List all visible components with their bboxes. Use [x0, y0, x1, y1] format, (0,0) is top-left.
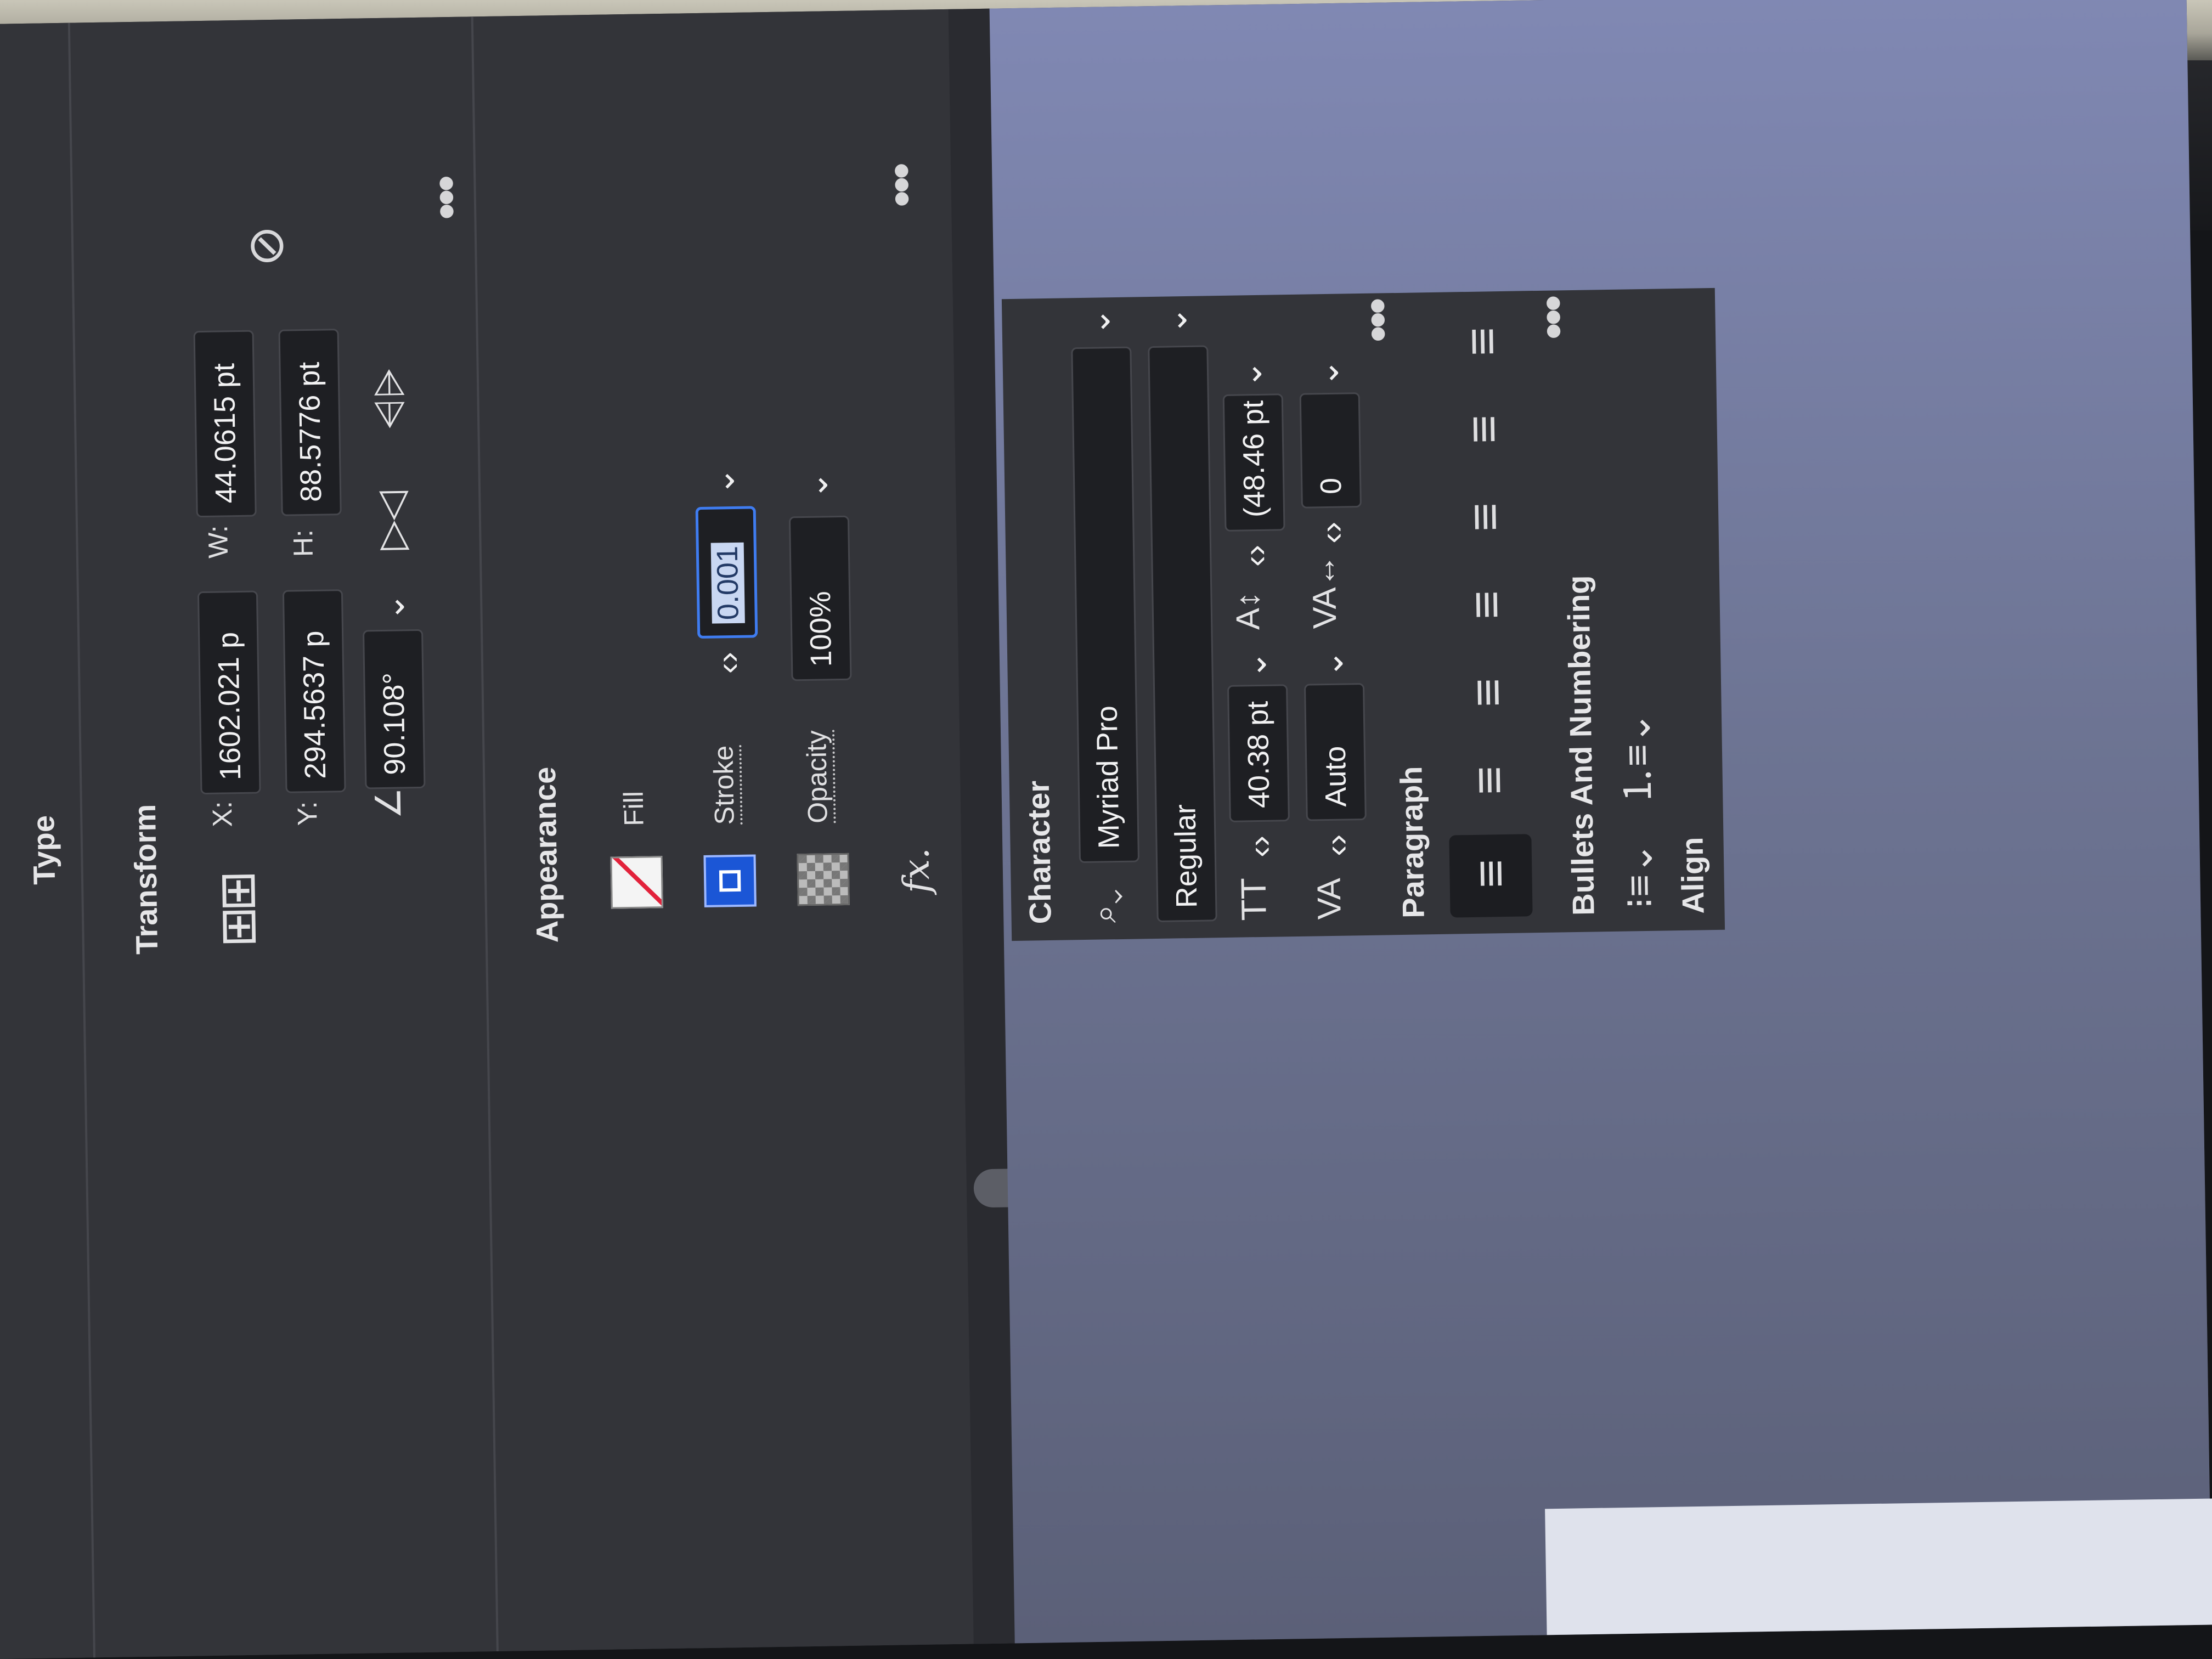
opacity-swatch: [797, 853, 850, 906]
x-field[interactable]: 1602.021 p: [197, 590, 261, 795]
bullet-list-icon[interactable]: ⁝≡⌄: [1617, 842, 1661, 910]
font-size-stepper-icon[interactable]: ‹›: [1229, 816, 1291, 877]
rotate-field[interactable]: 90.108°: [363, 629, 426, 789]
kerning-dropdown-chevron-icon[interactable]: ⌄: [1312, 649, 1351, 678]
rotate-dropdown-chevron-icon[interactable]: ⌄: [374, 592, 412, 622]
justify-all-button[interactable]: ≡: [1441, 302, 1524, 385]
y-label: Y:: [291, 801, 323, 826]
flip-horizontal-icon[interactable]: ▷◁: [369, 490, 413, 550]
properties-panel: Type Transform ⊞⊞ X: 1602.021 p W: 44.06…: [0, 9, 974, 1659]
character-paragraph-panel: Character ⌕⌄ Myriad Pro ⌄ Regular ⌄ TT ‹…: [1001, 287, 1725, 941]
font-style-field[interactable]: Regular: [1148, 345, 1217, 922]
align-title: Align: [1674, 837, 1711, 915]
font-family-dropdown-chevron-icon[interactable]: ⌄: [1079, 307, 1118, 336]
y-field[interactable]: 294.5637 p: [282, 589, 346, 793]
paragraph-title: Paragraph: [1393, 766, 1431, 919]
justify-right-button[interactable]: ≡: [1442, 390, 1526, 473]
transform-more-options-icon[interactable]: •••: [419, 178, 474, 221]
transform-divider: [471, 16, 499, 1651]
font-size-field[interactable]: 40.38 pt: [1227, 684, 1290, 822]
kerning-field[interactable]: Auto: [1304, 682, 1367, 821]
font-style-dropdown-chevron-icon[interactable]: ⌄: [1156, 306, 1194, 335]
opacity-field[interactable]: 100%: [788, 515, 852, 681]
align-center-button[interactable]: ≡: [1448, 741, 1531, 824]
character-more-options-icon[interactable]: •••: [1350, 300, 1406, 343]
paragraph-more-options-icon[interactable]: •••: [1526, 297, 1581, 340]
w-field[interactable]: 44.0615 pt: [193, 330, 257, 518]
header-divider: [67, 22, 95, 1658]
font-search-icon[interactable]: ⌕⌄: [1086, 889, 1123, 923]
tracking-field[interactable]: 0: [1299, 392, 1362, 509]
fill-label: Fill: [618, 791, 650, 827]
opacity-dropdown-chevron-icon[interactable]: ⌄: [797, 471, 836, 500]
stroke-weight-dropdown-chevron-icon[interactable]: ⌄: [703, 467, 742, 496]
font-family-field[interactable]: Myriad Pro: [1071, 346, 1140, 864]
rotate-icon: ∠: [368, 787, 409, 820]
character-title: Character: [1020, 780, 1058, 924]
stroke-label[interactable]: Stroke: [707, 745, 743, 825]
justify-center-button[interactable]: ≡: [1443, 477, 1527, 561]
appearance-more-options-icon[interactable]: •••: [874, 165, 929, 208]
appearance-title: Appearance: [527, 766, 565, 943]
reference-point-icon[interactable]: ⊞⊞: [210, 876, 266, 948]
font-size-icon: TT: [1233, 877, 1274, 921]
opacity-label[interactable]: Opacity: [800, 730, 836, 824]
bullets-numbering-title: Bullets And Numbering: [1560, 575, 1601, 916]
transform-title: Transform: [127, 804, 165, 955]
tracking-stepper-icon[interactable]: ‹›: [1301, 502, 1363, 563]
constrain-proportions-icon[interactable]: ⊘: [239, 225, 294, 267]
flip-vertical-icon[interactable]: ⩤⩥: [368, 368, 411, 430]
stroke-weight-field[interactable]: 0.001: [695, 506, 758, 639]
font-size-dropdown-chevron-icon[interactable]: ⌄: [1235, 651, 1274, 680]
tracking-icon: VA↔: [1305, 554, 1344, 629]
leading-field[interactable]: (48.46 pt: [1222, 393, 1285, 532]
stroke-swatch[interactable]: [703, 854, 757, 907]
leading-stepper-icon[interactable]: ‹›: [1224, 525, 1286, 586]
leading-dropdown-chevron-icon[interactable]: ⌄: [1231, 360, 1269, 389]
panel-title-type: Type: [26, 815, 62, 885]
fx-effects-button[interactable]: fx.: [895, 848, 938, 894]
justify-left-button[interactable]: ≡: [1445, 565, 1528, 648]
align-right-button[interactable]: ≡: [1446, 653, 1530, 736]
x-label: X:: [206, 800, 238, 827]
fill-swatch[interactable]: [610, 856, 663, 909]
kerning-icon: VA: [1310, 877, 1348, 920]
stroke-weight-stepper-icon[interactable]: ‹›: [697, 632, 759, 693]
tracking-dropdown-chevron-icon[interactable]: ⌄: [1308, 358, 1346, 387]
artboard[interactable]: [1545, 1498, 2212, 1635]
h-field[interactable]: 88.5776 pt: [278, 329, 342, 516]
w-label: W:: [202, 524, 234, 559]
numbered-list-icon[interactable]: ⒈≡⌄: [1615, 712, 1660, 805]
align-left-button[interactable]: ≡: [1449, 834, 1533, 918]
leading-icon: A↕: [1229, 591, 1267, 630]
h-label: H:: [287, 529, 319, 557]
kerning-stepper-icon[interactable]: ‹›: [1306, 815, 1368, 876]
